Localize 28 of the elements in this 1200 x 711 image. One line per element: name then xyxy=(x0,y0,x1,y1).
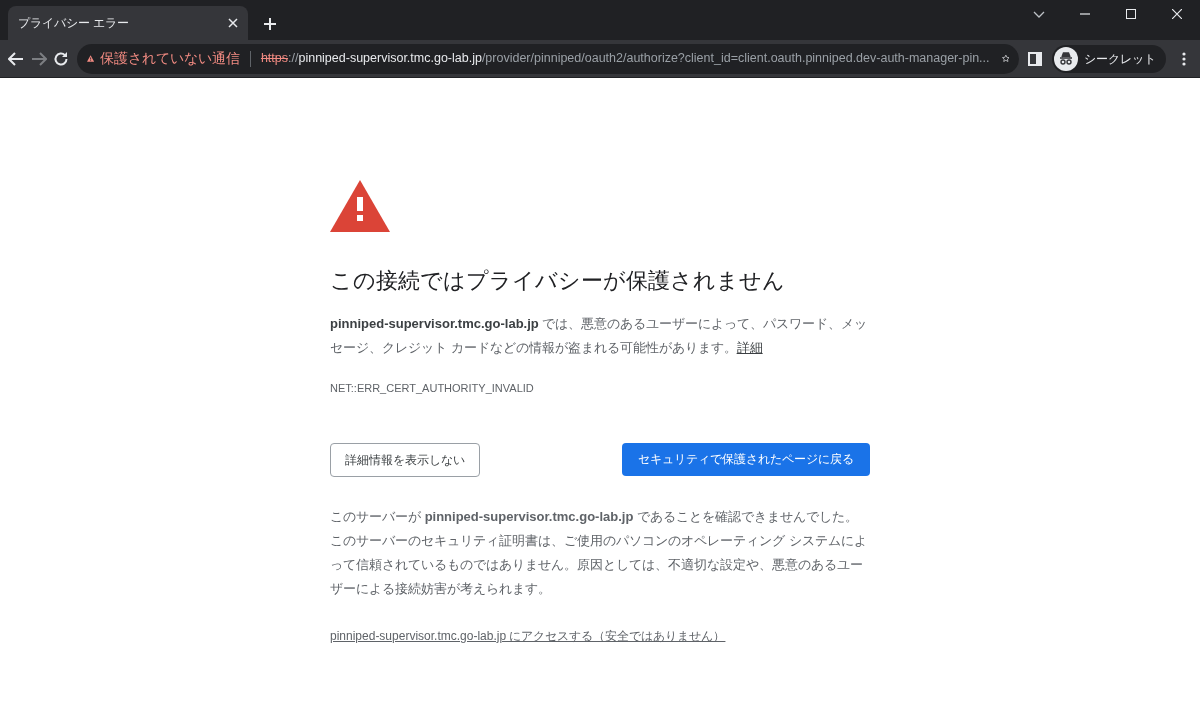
explanation-text: このサーバーが pinniped-supervisor.tmc.go-lab.jp であることを確認できませんでした。このサーバーのセキュリティ証明書は、ご使用のパソコンのオペレーティング システムによって信頼されているものではありません。原因としては、不適切な設定や、悪意のあるユーザーによる接続妨害が考えられます。 xyxy=(330,507,868,598)
forward-arrow-icon xyxy=(30,51,47,66)
maximize-icon xyxy=(1126,9,1136,19)
more-vertical-icon xyxy=(1181,51,1186,66)
warning-triangle-icon xyxy=(330,180,390,232)
reload-icon xyxy=(53,50,69,67)
security-label[interactable]: 保護されていない通信 xyxy=(100,48,241,69)
details-link[interactable]: 詳細 xyxy=(736,340,763,355)
side-panel-icon xyxy=(1028,51,1043,66)
incognito-icon xyxy=(1053,46,1078,71)
proceed-link[interactable]: pinniped-supervisor.tmc.go-lab.jp にアクセスする（安全ではありません） xyxy=(330,626,870,645)
incognito-chip[interactable]: シークレット xyxy=(1051,44,1166,73)
back-to-safety-button[interactable]: セキュリティで保護されたページに戻る xyxy=(622,442,870,476)
error-code: NET::ERR_CERT_AUTHORITY_INVALID xyxy=(330,381,535,396)
plus-icon xyxy=(263,17,277,31)
warning-icon xyxy=(87,52,95,65)
minimize-icon xyxy=(1080,13,1090,15)
incognito-label: シークレット xyxy=(1083,50,1156,68)
url-text[interactable]: https://pinniped-supervisor.tmc.go-lab.jp/provider/pinniped/oauth2/authorize?client_id=client.oauth.pinniped.dev-auth-manager-pin... xyxy=(260,49,990,68)
close-icon xyxy=(1172,9,1182,19)
error-heading: この接続ではプライバシーが保護されません xyxy=(330,267,786,295)
close-icon[interactable] xyxy=(228,18,238,28)
address-bar[interactable]: 保護されていない通信 https://pinniped-supervisor.tmc.go-lab.jp/provider/pinniped/oauth2/authorize?client_id=client.oauth.pinniped.dev-auth-manager-pin... xyxy=(77,43,1020,74)
chevron-down-icon xyxy=(1033,10,1045,18)
hide-details-button[interactable]: 詳細情報を表示しない xyxy=(330,442,480,477)
error-description: pinniped-supervisor.tmc.go-lab.jp では、悪意のあるユーザーによって、パスワード、メッセージ、クレジット カードなどの情報が盗まれる可能性があります。詳細 xyxy=(330,315,869,357)
back-arrow-icon xyxy=(8,51,25,66)
browser-tab[interactable]: プライバシー エラー xyxy=(8,6,248,40)
